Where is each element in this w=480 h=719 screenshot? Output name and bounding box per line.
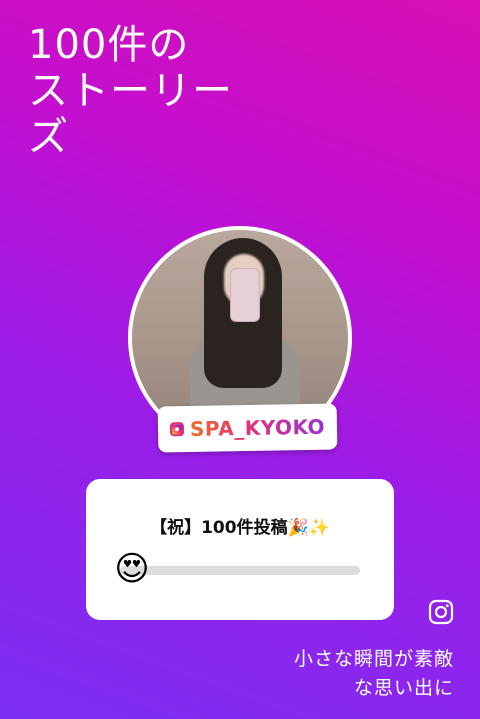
slider-track[interactable] (120, 566, 360, 575)
caption-line-1: 小さな瞬間が素敵 (293, 648, 454, 670)
headline-line-3: ズ (28, 114, 69, 160)
headline-line-2: ストーリー (28, 68, 233, 114)
instagram-icon (169, 422, 185, 437)
mention-sticker[interactable]: SPA_KYOKO (157, 403, 338, 453)
story-caption: 小さな瞬間が素敵 な思い出に (294, 645, 454, 703)
headline-line-1: 100件の (28, 22, 190, 68)
caption-line-2: な思い出に (353, 677, 454, 699)
photo-phone (230, 268, 260, 322)
instagram-icon[interactable] (428, 599, 454, 625)
slider-question: 【祝】100件投稿🎉✨ (150, 518, 330, 538)
slider-emoji-thumb[interactable]: 😍 (112, 549, 152, 589)
story-headline: 100件の ストーリー ズ (28, 22, 278, 160)
emoji-slider-sticker[interactable]: 【祝】100件投稿🎉✨ 😍 (86, 479, 394, 620)
mention-handle: SPA_KYOKO (189, 414, 326, 442)
